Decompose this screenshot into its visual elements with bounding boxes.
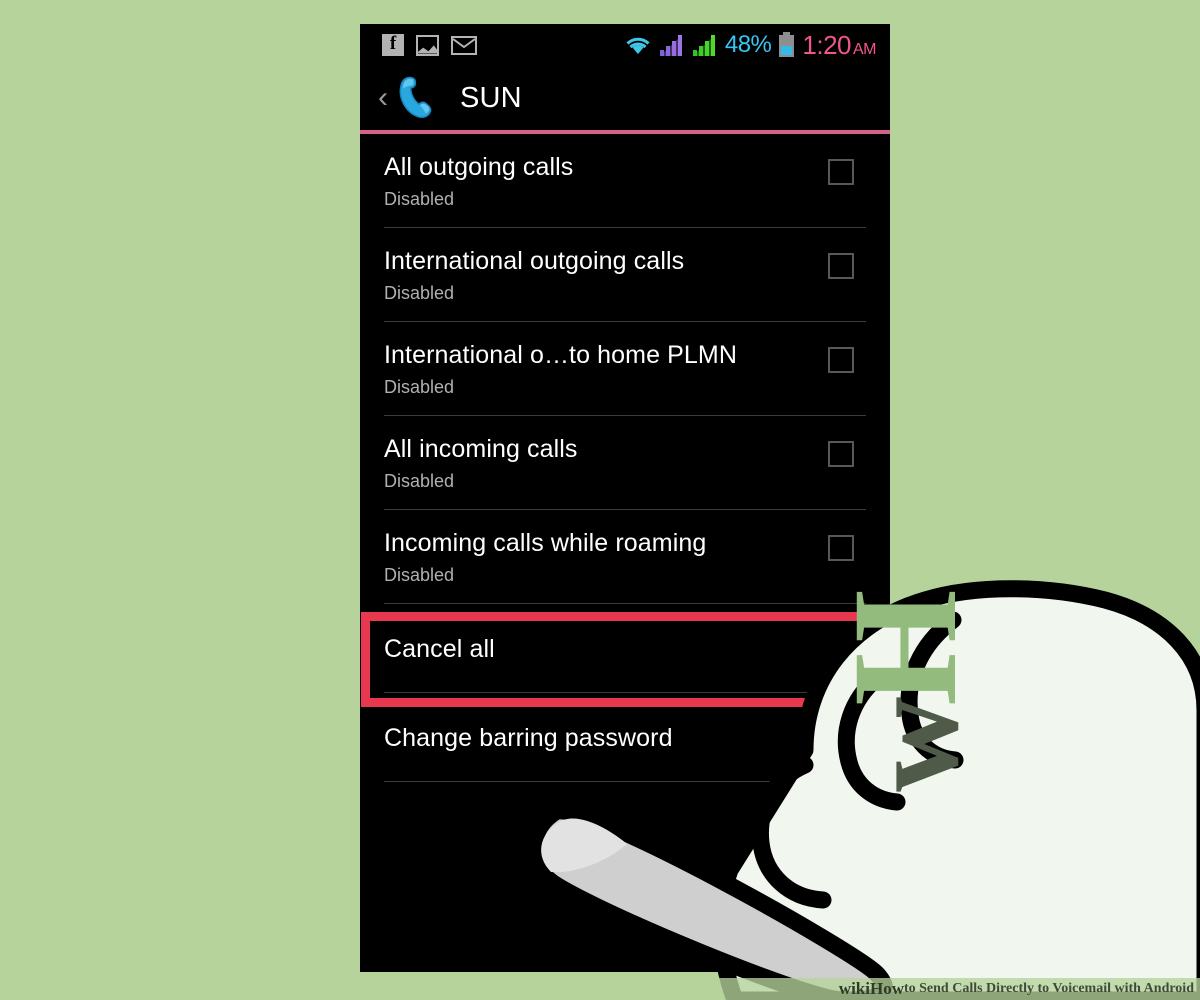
screenshot-canvas: f 48% 1:20 AM ‹ SUN All outgoing calls D… xyxy=(0,0,1200,1000)
row-title: International o…to home PLMN xyxy=(384,341,737,369)
row-title: All outgoing calls xyxy=(384,153,574,181)
phone-handset-icon xyxy=(399,76,432,119)
wikihow-watermark: w H xyxy=(822,589,988,792)
row-status: Disabled xyxy=(384,189,455,209)
facebook-icon: f xyxy=(382,34,404,56)
table-row[interactable]: All outgoing calls Disabled xyxy=(384,134,866,227)
signal-bars-icon xyxy=(692,35,715,56)
row-texts: All incoming calls Disabled xyxy=(384,434,828,493)
row-checkbox[interactable] xyxy=(828,253,854,279)
svg-text:H: H xyxy=(822,589,988,706)
gallery-icon xyxy=(416,34,439,56)
row-title: Incoming calls while roaming xyxy=(384,529,707,557)
status-bar: f 48% 1:20 AM xyxy=(360,24,890,66)
pointing-hand-cursor: w H xyxy=(525,580,1200,1000)
table-row[interactable]: All incoming calls Disabled xyxy=(384,416,866,509)
footer-caption: wikiHow to Send Calls Directly to Voicem… xyxy=(0,978,1200,1000)
caption-text: to Send Calls Directly to Voicemail with… xyxy=(903,981,1194,996)
svg-text:w: w xyxy=(839,697,986,792)
app-header: ‹ SUN xyxy=(360,66,890,130)
row-status: Disabled xyxy=(384,377,455,397)
row-title: International outgoing calls xyxy=(384,247,685,275)
email-icon xyxy=(451,35,477,55)
row-checkbox[interactable] xyxy=(828,347,854,373)
wifi-icon xyxy=(626,37,650,54)
status-bar-left-icons: f xyxy=(382,34,477,56)
row-status: Disabled xyxy=(384,471,455,491)
back-button[interactable]: ‹ xyxy=(372,83,394,113)
row-texts: International o…to home PLMN Disabled xyxy=(384,340,828,399)
battery-percent-label: 48% xyxy=(724,31,772,58)
row-checkbox[interactable] xyxy=(828,535,854,561)
wikihow-brand-label: wikiHow xyxy=(838,979,904,998)
table-row[interactable]: International o…to home PLMN Disabled xyxy=(384,322,866,415)
row-texts: All outgoing calls Disabled xyxy=(384,152,828,211)
page-title: SUN xyxy=(460,81,522,114)
signal-bars-icon xyxy=(659,35,682,56)
row-status: Disabled xyxy=(384,283,455,303)
table-row[interactable]: International outgoing calls Disabled xyxy=(384,228,866,321)
row-title: All incoming calls xyxy=(384,435,578,463)
status-bar-right-icons: 48% 1:20 AM xyxy=(624,30,882,61)
row-texts: International outgoing calls Disabled xyxy=(384,246,828,305)
battery-icon xyxy=(779,32,795,57)
clock-label: 1:20 AM xyxy=(802,29,876,60)
row-checkbox[interactable] xyxy=(828,441,854,467)
row-checkbox[interactable] xyxy=(828,159,854,185)
